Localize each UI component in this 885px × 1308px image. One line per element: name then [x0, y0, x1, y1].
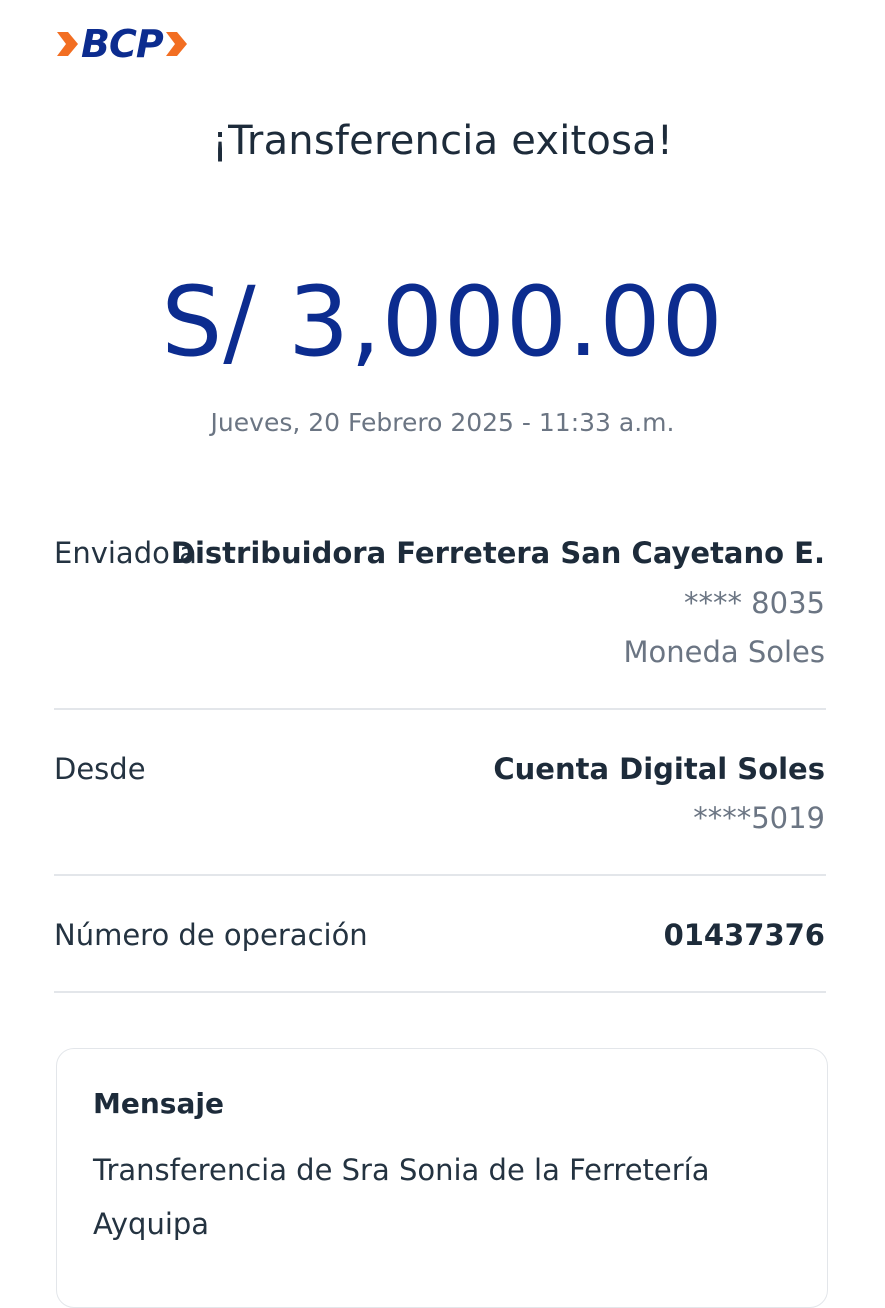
recipient-currency: Moneda Soles [623, 635, 825, 669]
logo-left-chevron-icon [57, 32, 78, 56]
recipient-name: Distribuidora Ferretera San Cayetano E. [170, 536, 825, 570]
divider [54, 991, 826, 993]
recipient-account: **** 8035 [683, 586, 825, 620]
message-title: Mensaje [93, 1087, 224, 1120]
source-account-name: Cuenta Digital Soles [493, 752, 825, 786]
transfer-amount: S/ 3,000.00 [161, 266, 724, 378]
divider [54, 708, 826, 710]
divider [54, 874, 826, 876]
source-label: Desde [54, 752, 146, 786]
logo-text: BCP [81, 22, 164, 66]
operation-label: Número de operación [54, 918, 368, 952]
page-title: ¡Transferencia exitosa! [211, 118, 674, 164]
message-body: Transferencia de Sra Sonia de la Ferrete… [93, 1153, 710, 1241]
operation-number: 01437376 [663, 918, 825, 952]
message-card: Mensaje Transferencia de Sra Sonia de la… [56, 1048, 828, 1308]
logo-right-chevron-icon [165, 32, 187, 56]
bcp-logo: BCP [54, 22, 190, 66]
transfer-datetime: Jueves, 20 Febrero 2025 - 11:33 a.m. [210, 408, 675, 437]
source-account: ****5019 [693, 801, 825, 835]
